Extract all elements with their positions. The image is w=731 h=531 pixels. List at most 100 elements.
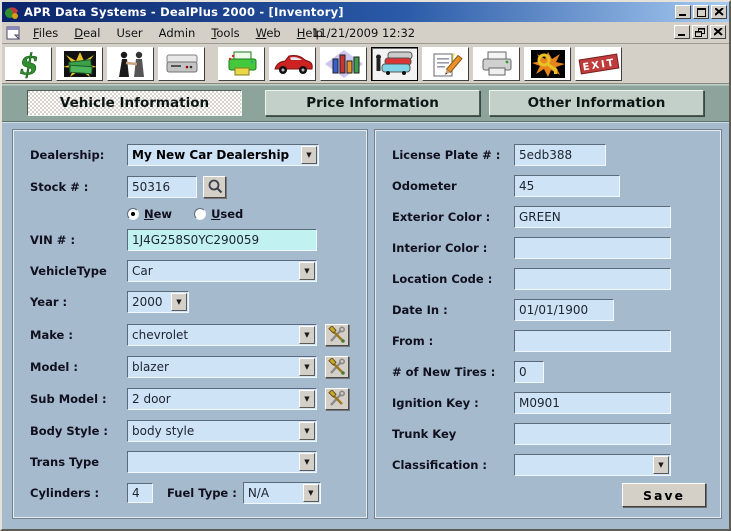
toolbar-customers-button[interactable] — [107, 47, 154, 81]
from-label: From : — [392, 334, 514, 348]
svg-text:$: $ — [19, 49, 38, 79]
trans-type-label: Trans Type — [30, 455, 127, 469]
car-icon — [272, 49, 314, 79]
ignition-key-label: Ignition Key : — [392, 396, 514, 410]
inventory-form: Dealership: My New Car Dealership ▼ Stoc… — [2, 122, 729, 529]
dollar-icon: $ — [9, 49, 49, 79]
model-edit-button[interactable] — [325, 356, 349, 378]
toolbar-fax-button[interactable] — [158, 47, 205, 81]
menu-admin[interactable]: Admin — [151, 24, 204, 42]
toolbar-worksheet-button[interactable] — [422, 47, 469, 81]
handshake-icon — [111, 49, 151, 79]
new-tires-input[interactable] — [514, 361, 544, 383]
chevron-down-icon[interactable]: ▼ — [299, 390, 315, 408]
tab-other-information[interactable]: Other Information — [489, 90, 704, 116]
make-select[interactable]: chevrolet ▼ — [127, 324, 317, 346]
titlebar: APR Data Systems - DealPlus 2000 - [Inve… — [2, 2, 729, 22]
make-edit-button[interactable] — [325, 324, 349, 346]
chevron-down-icon[interactable]: ▼ — [303, 484, 319, 502]
fuel-type-select[interactable]: N/A ▼ — [243, 482, 321, 504]
chevron-down-icon[interactable]: ▼ — [299, 422, 315, 440]
model-select[interactable]: blazer ▼ — [127, 356, 317, 378]
stock-search-button[interactable] — [203, 176, 226, 198]
close-icon — [714, 28, 723, 36]
location-code-input[interactable] — [514, 268, 671, 290]
sub-model-select[interactable]: 2 door ▼ — [127, 388, 317, 410]
ignition-key-input[interactable] — [514, 392, 671, 414]
tab-price-information[interactable]: Price Information — [265, 90, 480, 116]
close-button[interactable] — [711, 5, 727, 19]
app-icon — [4, 5, 20, 20]
mdi-restore-button[interactable] — [692, 25, 708, 39]
chevron-down-icon[interactable]: ▼ — [299, 453, 315, 471]
location-code-label: Location Code : — [392, 272, 514, 286]
classification-select[interactable]: ▼ — [514, 454, 671, 476]
chevron-down-icon[interactable]: ▼ — [171, 293, 187, 311]
interior-color-input[interactable] — [514, 237, 671, 259]
mdi-child-icon — [6, 26, 21, 40]
mdi-minimize-button[interactable] — [674, 25, 690, 39]
cylinders-input[interactable] — [127, 483, 153, 503]
trans-type-select[interactable]: ▼ — [127, 451, 317, 473]
document-pencil-icon — [426, 49, 466, 79]
radio-new[interactable] — [127, 208, 139, 220]
condition-radio-group: New Used — [127, 206, 366, 222]
date-in-input[interactable] — [514, 299, 614, 321]
radio-new-label: New — [144, 207, 172, 221]
toolbar-print-green-button[interactable] — [218, 47, 265, 81]
dealership-select[interactable]: My New Car Dealership ▼ — [127, 144, 319, 166]
license-plate-input[interactable] — [514, 144, 606, 166]
maximize-button[interactable] — [693, 5, 709, 19]
menu-deal[interactable]: Deal — [66, 24, 108, 42]
stock-input[interactable] — [127, 176, 197, 198]
toolbar-keys-button[interactable] — [524, 47, 571, 81]
menu-files[interactable]: Files — [25, 24, 66, 42]
toolbar-cash-button[interactable] — [56, 47, 103, 81]
inventory-icon — [374, 49, 416, 79]
chevron-down-icon[interactable]: ▼ — [301, 146, 317, 164]
chevron-down-icon[interactable]: ▼ — [299, 326, 315, 344]
save-button[interactable]: Save — [622, 483, 706, 507]
toolbar-exit-button[interactable]: EXIT — [575, 47, 622, 81]
toolbar-vehicle-button[interactable] — [269, 47, 316, 81]
model-label: Model : — [30, 360, 127, 374]
sub-model-label: Sub Model : — [30, 392, 127, 406]
chart-icon — [324, 49, 364, 79]
year-select[interactable]: 2000 ▼ — [127, 291, 189, 313]
menu-user[interactable]: User — [108, 24, 150, 42]
sub-model-edit-button[interactable] — [325, 388, 349, 410]
from-input[interactable] — [514, 330, 671, 352]
menu-web[interactable]: Web — [248, 24, 289, 42]
cash-icon — [60, 49, 100, 79]
tab-vehicle-information[interactable]: Vehicle Information — [27, 90, 242, 116]
radio-used-label: Used — [211, 207, 243, 221]
vin-input[interactable] — [127, 229, 317, 251]
toolbar-deals-button[interactable]: $ — [5, 47, 52, 81]
minimize-button[interactable] — [675, 5, 691, 19]
vehicle-panel: Dealership: My New Car Dealership ▼ Stoc… — [12, 129, 368, 519]
fax-icon — [162, 49, 202, 79]
tools-icon — [328, 358, 346, 376]
chevron-down-icon[interactable]: ▼ — [299, 262, 315, 280]
datetime-display: 11/21/2009 12:32 — [312, 26, 415, 40]
toolbar-inventory-button[interactable] — [371, 47, 418, 81]
chevron-down-icon[interactable]: ▼ — [653, 456, 669, 474]
exit-icon: EXIT — [577, 49, 621, 79]
odometer-input[interactable] — [514, 175, 620, 197]
mdi-close-button[interactable] — [710, 25, 726, 39]
dealership-label: Dealership: — [30, 148, 127, 162]
trunk-key-input[interactable] — [514, 423, 671, 445]
toolbar-print-button[interactable] — [473, 47, 520, 81]
make-label: Make : — [30, 328, 127, 342]
year-label: Year : — [30, 295, 127, 309]
exterior-color-input[interactable] — [514, 206, 671, 228]
chevron-down-icon[interactable]: ▼ — [299, 358, 315, 376]
toolbar-reports-button[interactable] — [320, 47, 367, 81]
radio-used[interactable] — [194, 208, 206, 220]
vehicle-type-select[interactable]: Car ▼ — [127, 260, 317, 282]
body-style-select[interactable]: body style ▼ — [127, 420, 317, 442]
vehicle-type-label: VehicleType — [30, 264, 127, 278]
menu-tools[interactable]: Tools — [203, 24, 247, 42]
odometer-label: Odometer — [392, 179, 514, 193]
tools-icon — [328, 326, 346, 344]
